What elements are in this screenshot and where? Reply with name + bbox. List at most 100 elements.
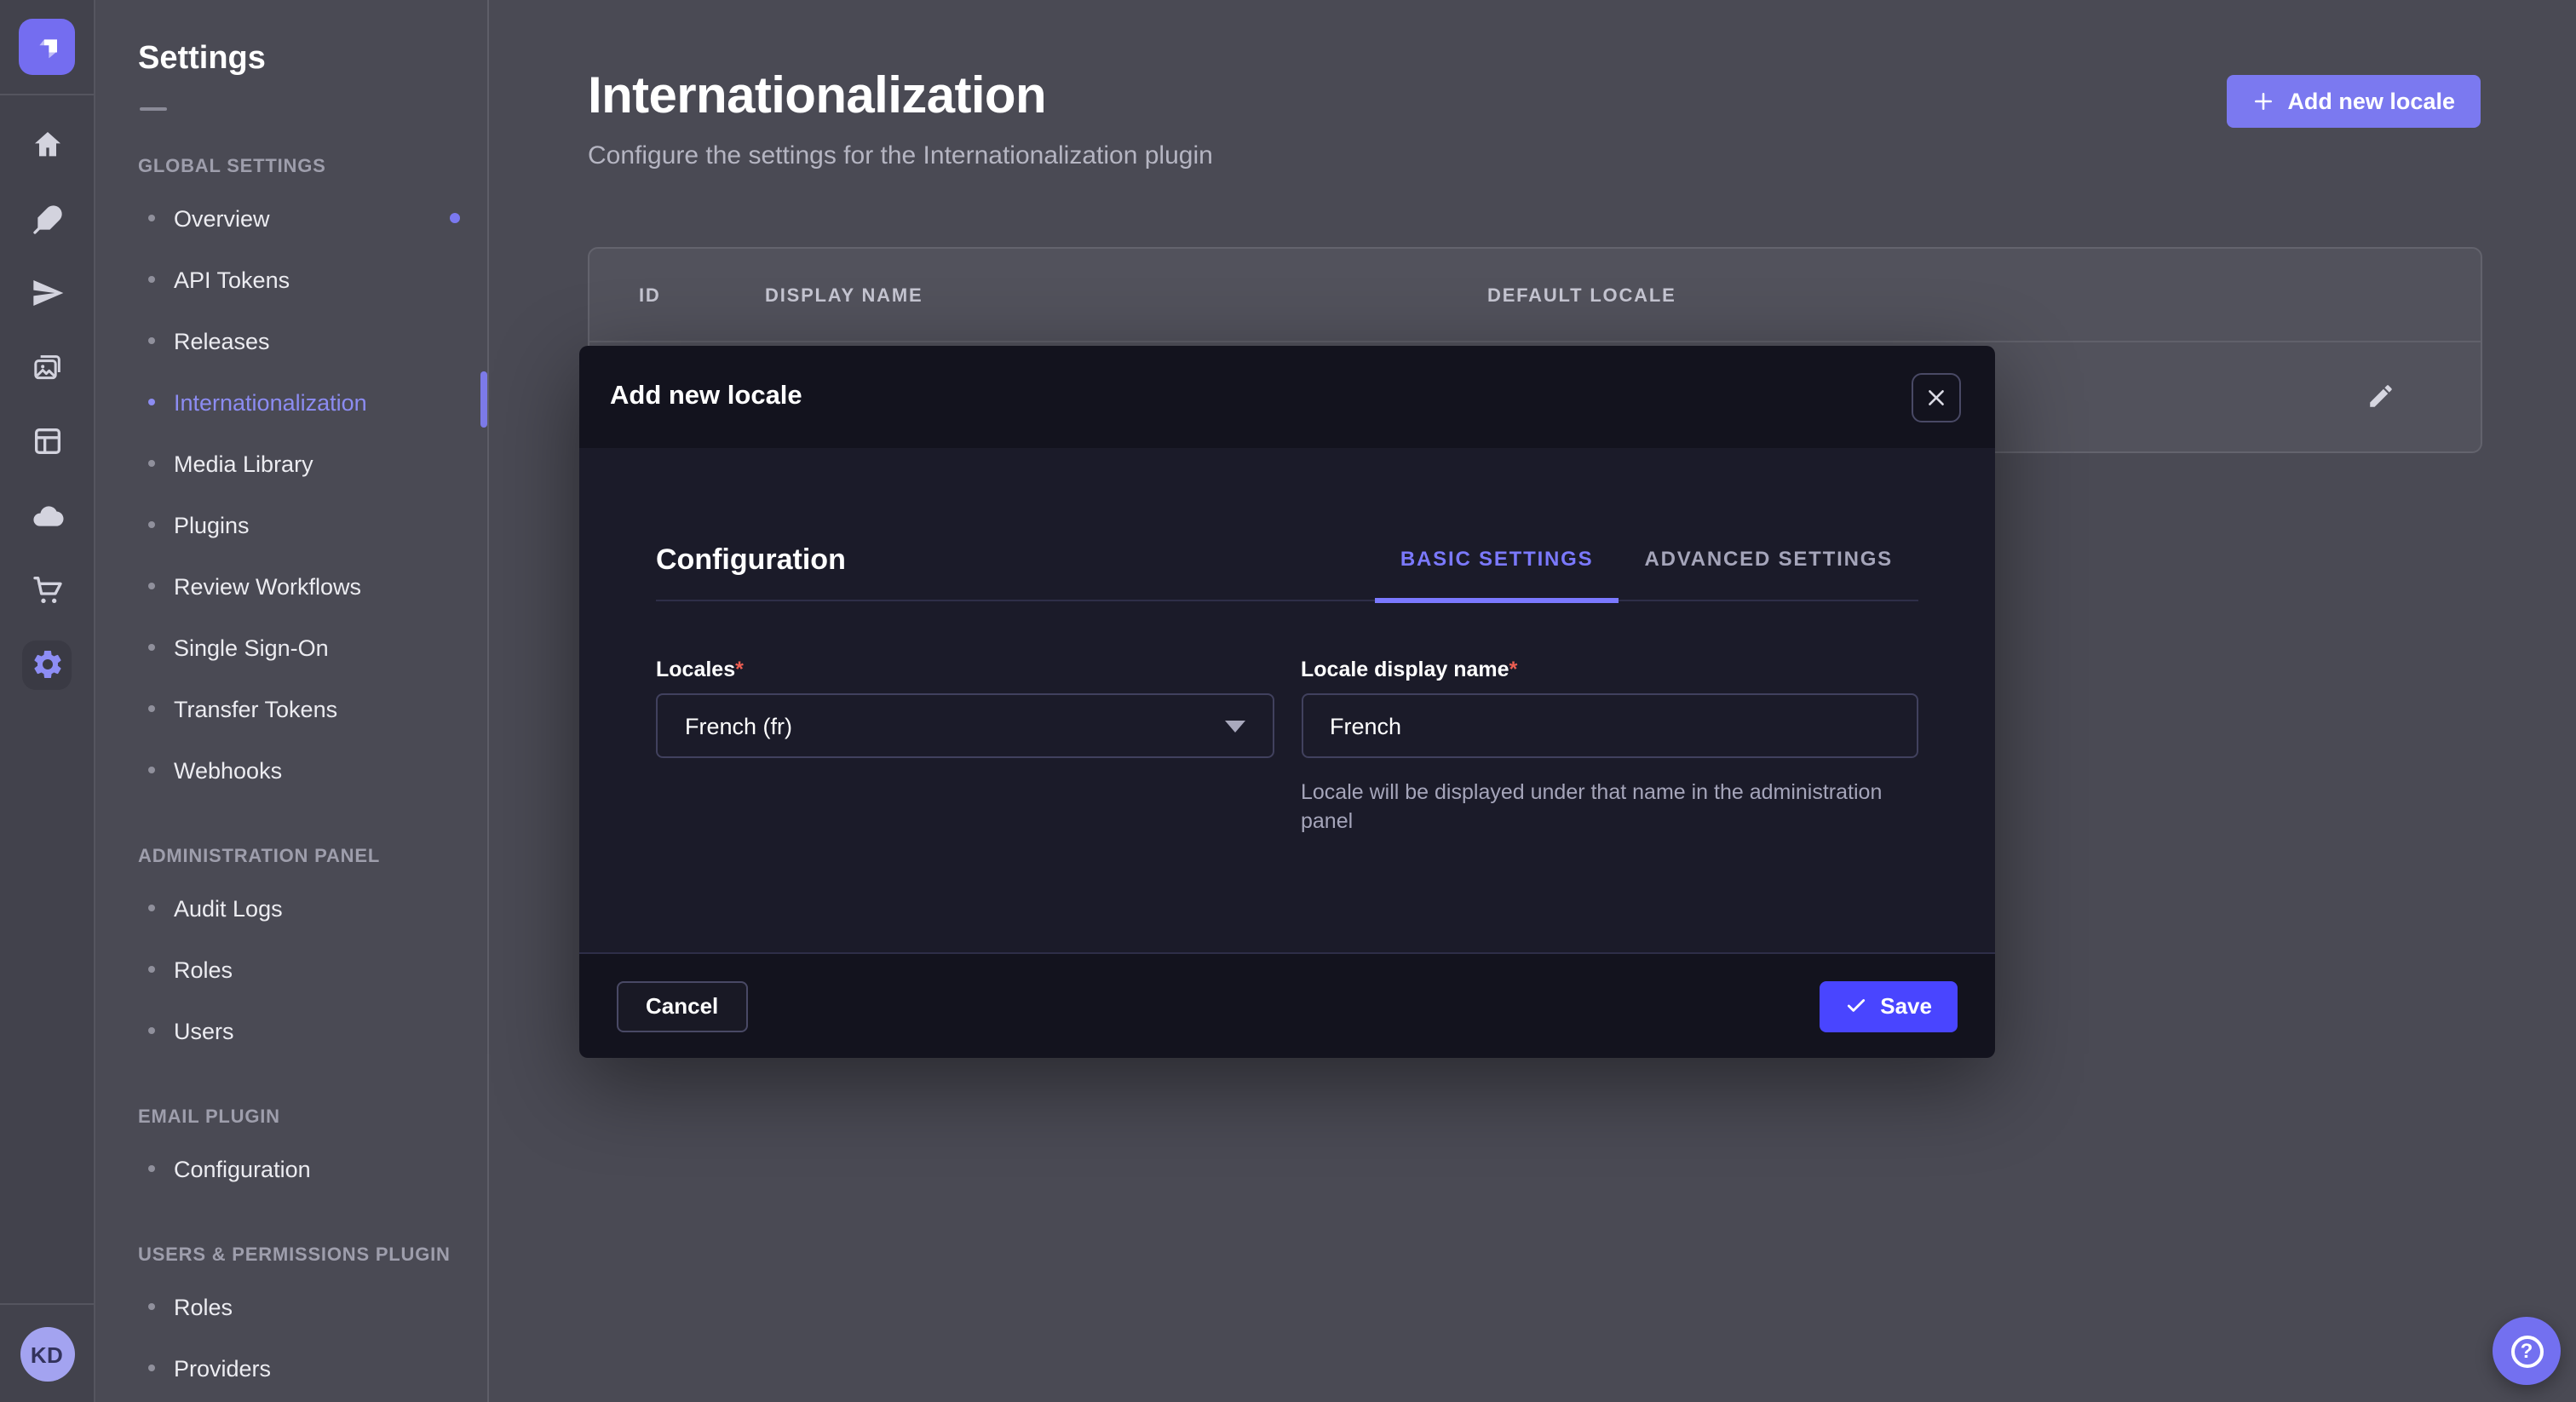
section-header: GLOBAL SETTINGS bbox=[97, 145, 487, 187]
column-header-id: ID bbox=[639, 249, 661, 342]
user-avatar[interactable]: KD bbox=[20, 1327, 74, 1382]
section-header: USERS & PERMISSIONS PLUGIN bbox=[97, 1233, 487, 1276]
sidebar-item-label: Audit Logs bbox=[174, 895, 283, 921]
sidebar-item-label: Plugins bbox=[174, 512, 250, 537]
display-name-input[interactable] bbox=[1301, 693, 1918, 758]
icon-rail: KD bbox=[0, 0, 95, 1402]
bullet-icon bbox=[148, 460, 155, 467]
sidebar-item-label: Releases bbox=[174, 328, 270, 353]
bullet-icon bbox=[148, 905, 155, 911]
bullet-icon bbox=[148, 705, 155, 712]
sidebar-item-label: Providers bbox=[174, 1355, 271, 1381]
bullet-icon bbox=[148, 1365, 155, 1371]
help-button[interactable]: ? bbox=[2493, 1317, 2561, 1385]
layout-window-icon[interactable] bbox=[23, 417, 71, 465]
bullet-icon bbox=[148, 644, 155, 651]
sidebar-item-webhooks[interactable]: Webhooks bbox=[97, 739, 487, 801]
section-administration-panel: ADMINISTRATION PANEL Audit Logs Roles Us… bbox=[97, 835, 487, 1061]
notification-dot bbox=[450, 213, 460, 223]
sidebar-item-internationalization[interactable]: Internationalization bbox=[97, 371, 487, 433]
form-fields-row: Locales* French (fr) Locale display name… bbox=[656, 658, 1918, 836]
modal-body: Configuration BASIC SETTINGS ADVANCED SE… bbox=[579, 448, 1995, 952]
avatar-initials: KD bbox=[31, 1342, 63, 1367]
locales-select[interactable]: French (fr) bbox=[656, 693, 1274, 758]
sidebar-item-label: Review Workflows bbox=[174, 573, 361, 599]
bullet-icon bbox=[148, 337, 155, 344]
display-name-field: Locale display name* Locale will be disp… bbox=[1301, 658, 1918, 836]
sidebar-item-up-roles[interactable]: Roles bbox=[97, 1276, 487, 1337]
tab-advanced-settings[interactable]: ADVANCED SETTINGS bbox=[1619, 547, 1918, 603]
modal-header: Add new locale bbox=[579, 346, 1995, 448]
title-underline bbox=[140, 107, 167, 111]
locales-field: Locales* French (fr) bbox=[656, 658, 1274, 836]
page-header: Internationalization Configure the setti… bbox=[588, 68, 1213, 170]
home-icon[interactable] bbox=[23, 121, 71, 169]
strapi-logo[interactable] bbox=[19, 19, 75, 75]
locales-label: Locales* bbox=[656, 658, 1274, 681]
sidebar-item-plugins[interactable]: Plugins bbox=[97, 494, 487, 555]
section-header: EMAIL PLUGIN bbox=[97, 1095, 487, 1138]
configuration-header-row: Configuration BASIC SETTINGS ADVANCED SE… bbox=[656, 448, 1918, 601]
sidebar-item-providers[interactable]: Providers bbox=[97, 1337, 487, 1399]
section-global-settings: GLOBAL SETTINGS Overview API Tokens Rele… bbox=[97, 145, 487, 801]
sidebar-item-overview[interactable]: Overview bbox=[97, 187, 487, 249]
sidebar-item-label: Media Library bbox=[174, 451, 313, 476]
close-modal-button[interactable] bbox=[1912, 372, 1961, 422]
modal-footer: Cancel Save bbox=[579, 952, 1995, 1058]
settings-gear-icon[interactable] bbox=[22, 640, 72, 689]
add-new-locale-button[interactable]: Add new locale bbox=[2226, 75, 2481, 128]
section-email-plugin: EMAIL PLUGIN Configuration bbox=[97, 1095, 487, 1199]
shopping-cart-icon[interactable] bbox=[23, 566, 71, 613]
bullet-icon bbox=[148, 1303, 155, 1310]
configuration-title: Configuration bbox=[656, 543, 846, 600]
settings-tabs: BASIC SETTINGS ADVANCED SETTINGS bbox=[1375, 547, 1918, 600]
add-button-label: Add new locale bbox=[2287, 89, 2455, 114]
section-header: ADMINISTRATION PANEL bbox=[97, 835, 487, 877]
sidebar-item-label: Roles bbox=[174, 1294, 233, 1319]
column-header-display-name: DISPLAY NAME bbox=[765, 249, 923, 342]
settings-sidebar: Settings GLOBAL SETTINGS Overview API To… bbox=[97, 0, 489, 1402]
sidebar-item-label: Configuration bbox=[174, 1156, 311, 1181]
cancel-button[interactable]: Cancel bbox=[617, 980, 747, 1031]
plus-icon bbox=[2251, 90, 2274, 112]
sidebar-item-admin-roles[interactable]: Roles bbox=[97, 939, 487, 1000]
cloud-icon[interactable] bbox=[23, 491, 71, 539]
tab-basic-settings[interactable]: BASIC SETTINGS bbox=[1375, 547, 1619, 603]
sidebar-item-api-tokens[interactable]: API Tokens bbox=[97, 249, 487, 310]
edit-locale-button[interactable] bbox=[2360, 376, 2401, 417]
media-images-icon[interactable] bbox=[23, 343, 71, 391]
display-name-hint: Locale will be displayed under that name… bbox=[1301, 779, 1918, 836]
paper-plane-icon[interactable] bbox=[23, 269, 71, 317]
bullet-icon bbox=[148, 1165, 155, 1172]
sidebar-item-transfer-tokens[interactable]: Transfer Tokens bbox=[97, 678, 487, 739]
sidebar-item-review-workflows[interactable]: Review Workflows bbox=[97, 555, 487, 617]
sidebar-item-label: API Tokens bbox=[174, 267, 290, 292]
sidebar-item-label: Internationalization bbox=[174, 389, 367, 415]
save-button[interactable]: Save bbox=[1819, 980, 1958, 1031]
sidebar-item-media-library[interactable]: Media Library bbox=[97, 433, 487, 494]
check-icon bbox=[1844, 995, 1866, 1017]
sidebar-item-label: Webhooks bbox=[174, 757, 282, 783]
display-name-label-text: Locale display name bbox=[1301, 658, 1509, 681]
sidebar-scrollbar-thumb[interactable] bbox=[480, 371, 487, 428]
bullet-icon bbox=[148, 767, 155, 773]
add-locale-modal: Add new locale Configuration BASIC SETTI… bbox=[579, 346, 1995, 1058]
bullet-icon bbox=[148, 966, 155, 973]
bullet-icon bbox=[148, 399, 155, 405]
sidebar-item-releases[interactable]: Releases bbox=[97, 310, 487, 371]
rail-divider-bottom bbox=[0, 1303, 94, 1305]
feather-icon[interactable] bbox=[23, 195, 71, 243]
close-icon bbox=[1925, 386, 1947, 408]
bullet-icon bbox=[148, 583, 155, 589]
sidebar-item-single-sign-on[interactable]: Single Sign-On bbox=[97, 617, 487, 678]
sidebar-item-users[interactable]: Users bbox=[97, 1000, 487, 1061]
display-name-label: Locale display name* bbox=[1301, 658, 1918, 681]
bullet-icon bbox=[148, 215, 155, 221]
page-subtitle: Configure the settings for the Internati… bbox=[588, 141, 1213, 170]
sidebar-item-audit-logs[interactable]: Audit Logs bbox=[97, 877, 487, 939]
bullet-icon bbox=[148, 521, 155, 528]
chevron-down-icon bbox=[1224, 720, 1245, 732]
sidebar-title: Settings bbox=[138, 41, 487, 78]
required-asterisk: * bbox=[1509, 658, 1518, 681]
sidebar-item-email-configuration[interactable]: Configuration bbox=[97, 1138, 487, 1199]
